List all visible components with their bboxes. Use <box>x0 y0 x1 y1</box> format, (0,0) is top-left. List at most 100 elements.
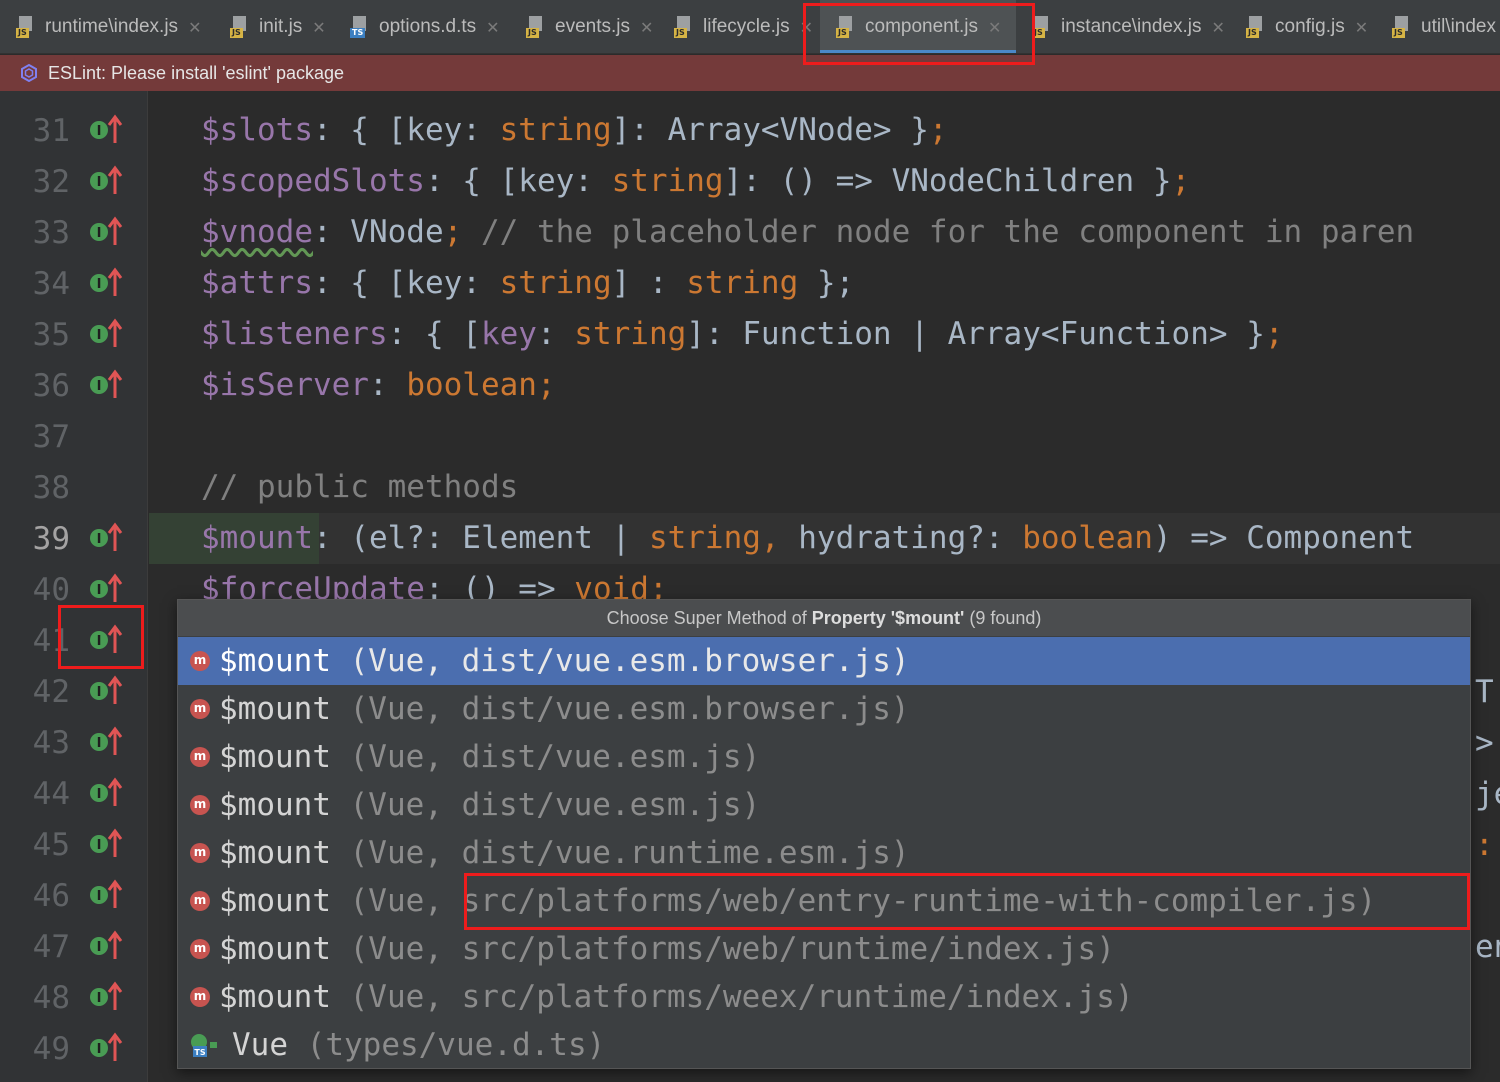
eslint-notification-banner: ESLint: Please install 'eslint' package <box>0 55 1500 91</box>
js-file-icon: JS <box>1246 16 1266 38</box>
line-number: 33 <box>32 215 70 251</box>
implements-super-method-icon[interactable]: I <box>88 521 124 555</box>
js-file-icon: JS <box>16 16 36 38</box>
js-file-icon: JS <box>836 16 856 38</box>
implements-super-method-icon[interactable]: I <box>88 827 124 861</box>
implements-super-method-icon[interactable]: I <box>88 317 124 351</box>
close-icon[interactable]: ✕ <box>486 18 499 37</box>
tab-lifecycle-js[interactable]: JS lifecycle.js ✕ <box>658 0 813 53</box>
line-number: 41 <box>32 623 70 659</box>
svg-text:TS: TS <box>194 1048 205 1057</box>
js-file-icon: JS <box>1392 16 1412 38</box>
line-number: 49 <box>32 1031 70 1067</box>
svg-text:I: I <box>97 379 102 394</box>
tab-util-index[interactable]: JS util\index <box>1376 0 1496 53</box>
code-fragment: T <box>1475 674 1494 710</box>
line-number: 31 <box>32 113 70 149</box>
tab-label: instance\index.js <box>1061 16 1202 37</box>
close-icon[interactable]: ✕ <box>640 18 653 37</box>
code-fragment: > <box>1475 725 1494 761</box>
implements-super-method-icon[interactable]: I <box>88 368 124 402</box>
editor-gutter: 31 32 33 34 35 36 37 38 39 40 41 42 43 4… <box>0 91 148 1082</box>
super-method-item[interactable]: m $mount (Vue, src/platforms/web/entry-ru… <box>178 877 1470 925</box>
super-method-item[interactable]: m $mount (Vue, dist/vue.esm.js) <box>178 781 1470 829</box>
line-number: 34 <box>32 266 70 302</box>
choose-super-method-popup[interactable]: Choose Super Method of Property '$mount'… <box>177 599 1471 1069</box>
line-number: 37 <box>32 419 70 455</box>
method-icon: m <box>190 939 210 959</box>
implements-super-method-icon[interactable]: I <box>88 776 124 810</box>
close-icon[interactable]: ✕ <box>188 18 201 37</box>
svg-text:I: I <box>97 736 102 751</box>
line-number-current: 39 <box>32 521 70 557</box>
implements-super-method-icon[interactable]: I <box>88 164 124 198</box>
eslint-icon <box>21 64 37 82</box>
super-method-item[interactable]: m $mount (Vue, dist/vue.esm.js) <box>178 733 1470 781</box>
line-number: 44 <box>32 776 70 812</box>
tab-instance-index-js[interactable]: JS instance\index.js ✕ <box>1016 0 1225 53</box>
super-method-item[interactable]: m $mount (Vue, dist/vue.runtime.esm.js) <box>178 829 1470 877</box>
js-file-icon: JS <box>1032 16 1052 38</box>
ts-class-icon: TS <box>191 1034 217 1057</box>
implements-super-method-icon[interactable]: I <box>88 623 124 657</box>
implements-super-method-icon[interactable]: I <box>88 674 124 708</box>
code-line-36: $isServer: boolean; <box>201 367 556 403</box>
tab-options-d-ts[interactable]: TS options.d.ts ✕ <box>334 0 500 53</box>
implements-super-method-icon[interactable]: I <box>88 929 124 963</box>
super-method-item[interactable]: m $mount (Vue, dist/vue.esm.browser.js) <box>178 637 1470 685</box>
method-icon: m <box>190 651 210 671</box>
tab-init-js[interactable]: JS init.js ✕ <box>214 0 326 53</box>
svg-text:I: I <box>97 583 102 598</box>
super-type-item[interactable]: TS Vue (types/vue.d.ts) <box>178 1021 1470 1068</box>
line-number: 35 <box>32 317 70 353</box>
method-icon: m <box>190 987 210 1007</box>
tab-label: runtime\index.js <box>45 16 179 37</box>
js-file-icon: JS <box>526 16 546 38</box>
svg-text:I: I <box>97 787 102 802</box>
code-fragment: : <box>1475 827 1494 863</box>
svg-text:I: I <box>97 124 102 139</box>
popup-title: Choose Super Method of Property '$mount'… <box>178 600 1470 636</box>
close-icon[interactable]: ✕ <box>800 18 813 37</box>
implements-super-method-icon[interactable]: I <box>88 572 124 606</box>
method-icon: m <box>190 699 210 719</box>
implements-super-method-icon[interactable]: I <box>88 980 124 1014</box>
close-icon[interactable]: ✕ <box>988 18 1001 37</box>
tab-label: init.js <box>259 16 303 37</box>
code-line-32: $scopedSlots: { [key: string]: () => VNo… <box>201 163 1191 199</box>
tab-events-js[interactable]: JS events.js ✕ <box>510 0 653 53</box>
js-file-icon: JS <box>230 16 250 38</box>
tab-runtime-index-js[interactable]: JS runtime\index.js ✕ <box>0 0 201 53</box>
code-line-39: $mount: (el?: Element | string, hydratin… <box>201 520 1415 556</box>
svg-text:I: I <box>97 328 102 343</box>
implements-super-method-icon[interactable]: I <box>88 113 124 147</box>
code-line-31: $slots: { [key: string]: Array<VNode> }; <box>201 112 948 148</box>
implements-super-method-icon[interactable]: I <box>88 725 124 759</box>
line-number: 45 <box>32 827 70 863</box>
svg-text:I: I <box>97 940 102 955</box>
code-line-33: $vnode: VNode; // the placeholder node f… <box>201 214 1415 250</box>
implements-super-method-icon[interactable]: I <box>88 878 124 912</box>
implements-super-method-icon[interactable]: I <box>88 1031 124 1065</box>
line-number: 43 <box>32 725 70 761</box>
super-method-item[interactable]: m $mount (Vue, src/platforms/web/runtime/… <box>178 925 1470 973</box>
tab-label: lifecycle.js <box>703 16 790 37</box>
ts-file-icon: TS <box>350 16 370 38</box>
svg-text:I: I <box>97 175 102 190</box>
close-icon[interactable]: ✕ <box>1211 18 1224 37</box>
line-number: 48 <box>32 980 70 1016</box>
banner-text: ESLint: Please install 'eslint' package <box>48 62 345 83</box>
super-method-item[interactable]: m $mount (Vue, dist/vue.esm.browser.js) <box>178 685 1470 733</box>
implements-super-method-icon[interactable]: I <box>88 266 124 300</box>
close-icon[interactable]: ✕ <box>312 18 325 37</box>
code-line-38: // public methods <box>201 469 519 505</box>
implements-super-method-icon[interactable]: I <box>88 215 124 249</box>
close-icon[interactable]: ✕ <box>1355 18 1368 37</box>
method-icon: m <box>190 843 210 863</box>
super-method-item[interactable]: m $mount (Vue, src/platforms/weex/runtime… <box>178 973 1470 1021</box>
method-icon: m <box>190 795 210 815</box>
svg-text:I: I <box>97 1042 102 1057</box>
code-line-35: $listeners: { [key: string]: Function | … <box>201 316 1284 352</box>
tab-config-js[interactable]: JS config.js ✕ <box>1230 0 1368 53</box>
tab-component-js[interactable]: JS component.js ✕ <box>820 0 1016 53</box>
